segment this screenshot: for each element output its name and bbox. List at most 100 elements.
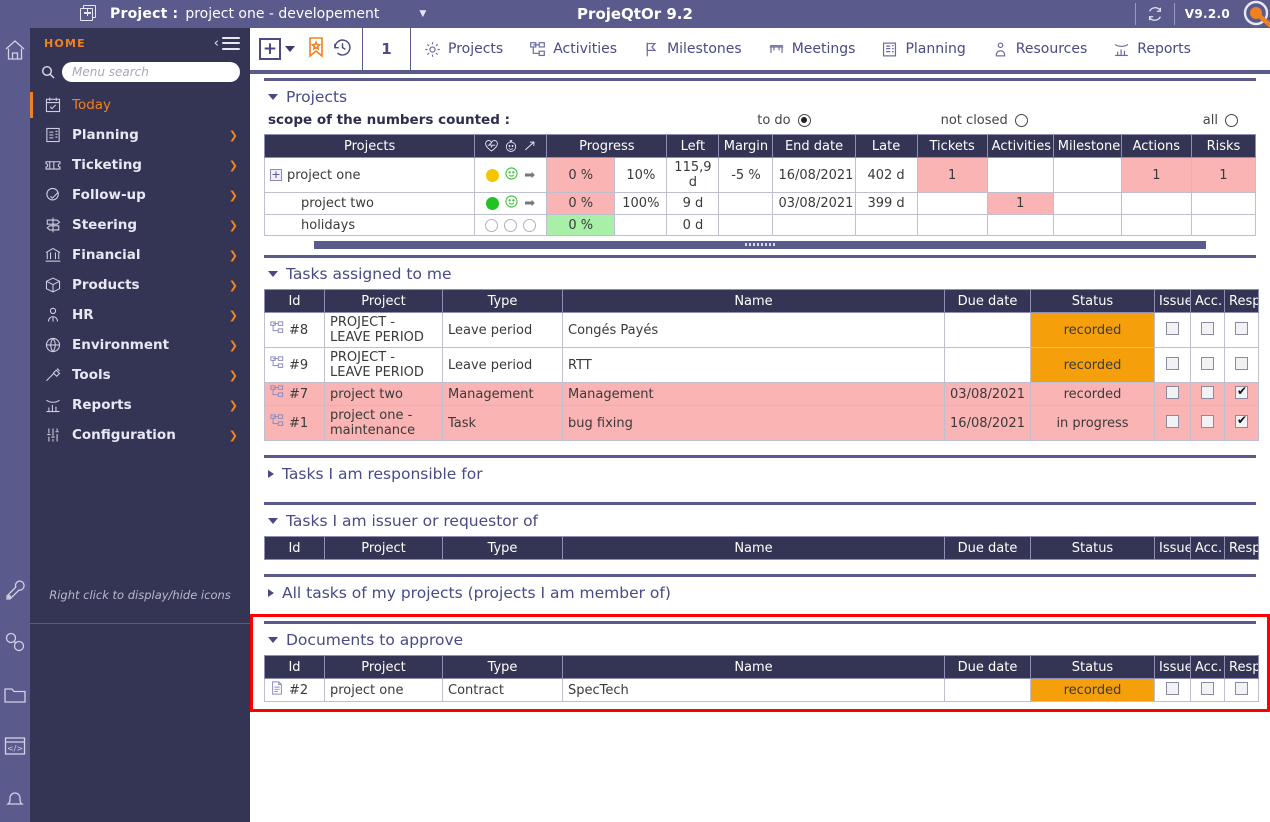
menu-search-input[interactable] (62, 62, 240, 82)
id-cell[interactable]: #8 (265, 313, 325, 348)
table-row[interactable]: project two➡0 %100%9 d03/08/2021399 d1 (265, 193, 1256, 215)
scope-option-not-closed[interactable]: not closed (941, 113, 1028, 128)
collapse-menu-icon[interactable]: ‹ (214, 36, 240, 51)
column-header[interactable]: Acc. (1191, 656, 1225, 679)
column-header[interactable]: Resp. (1225, 656, 1259, 679)
radio-button[interactable] (1225, 114, 1238, 127)
column-header[interactable]: Projects (265, 135, 475, 158)
tab-meetings[interactable]: Meetings (755, 28, 869, 70)
column-header[interactable]: Type (443, 537, 563, 560)
column-header[interactable]: Risks (1191, 135, 1255, 158)
acc-checkbox[interactable] (1201, 682, 1214, 695)
table-row[interactable]: +project one➡0 %10%115,9 d-5 %16/08/2021… (265, 158, 1256, 193)
id-cell[interactable]: #2 (265, 679, 325, 702)
plus-box-icon[interactable]: + (259, 38, 295, 60)
id-cell[interactable]: #1 (265, 406, 325, 441)
link-icon[interactable] (3, 630, 27, 654)
documents-section-title[interactable]: Documents to approve (264, 624, 1256, 655)
sidebar-item-financial[interactable]: Financial❯ (30, 240, 250, 270)
column-header[interactable]: Project (325, 656, 443, 679)
issuer-checkbox[interactable] (1166, 357, 1179, 370)
sidebar-item-hr[interactable]: HR❯ (30, 300, 250, 330)
folder-icon[interactable] (3, 682, 27, 706)
wrench-icon[interactable] (3, 578, 27, 602)
tab-reports[interactable]: Reports (1100, 28, 1204, 70)
tab-milestones[interactable]: Milestones (630, 28, 755, 70)
chevron-down-icon[interactable]: ▼ (419, 9, 426, 19)
tab-counter[interactable]: 1 (363, 28, 411, 70)
column-header[interactable]: Resp. (1225, 537, 1259, 560)
sidebar-item-steering[interactable]: Steering❯ (30, 210, 250, 240)
all-tasks-title[interactable]: All tasks of my projects (projects I am … (264, 577, 1256, 608)
resp-checkbox[interactable] (1235, 415, 1248, 428)
scope-option-to-do[interactable]: to do (757, 113, 810, 128)
sidebar-item-today[interactable]: Today (30, 90, 250, 120)
project-name-cell[interactable]: project two (265, 193, 475, 215)
tasks-responsible-title[interactable]: Tasks I am responsible for (264, 458, 1256, 489)
table-row[interactable]: #7project twoManagementManagement03/08/2… (265, 383, 1259, 406)
project-name-cell[interactable]: holidays (265, 215, 475, 236)
sidebar-item-planning[interactable]: Planning❯ (30, 120, 250, 150)
refresh-icon[interactable] (1146, 5, 1164, 23)
column-header[interactable]: Due date (945, 537, 1031, 560)
column-header[interactable]: Late (855, 135, 917, 158)
column-header[interactable]: Due date (945, 656, 1031, 679)
tab-activities[interactable]: Activities (516, 28, 630, 70)
resp-checkbox[interactable] (1235, 682, 1248, 695)
acc-checkbox[interactable] (1201, 415, 1214, 428)
table-row[interactable]: #9PROJECT - LEAVE PERIODLeave periodRTTr… (265, 348, 1259, 383)
column-header[interactable]: Id (265, 537, 325, 560)
sidebar-item-follow-up[interactable]: Follow-up❯ (30, 180, 250, 210)
column-header[interactable]: Type (443, 290, 563, 313)
sidebar-item-environment[interactable]: Environment❯ (30, 330, 250, 360)
column-header[interactable]: Name (563, 656, 945, 679)
issuer-checkbox[interactable] (1166, 386, 1179, 399)
column-header[interactable]: End date (773, 135, 855, 158)
resp-checkbox[interactable] (1235, 386, 1248, 399)
column-header[interactable]: Name (563, 290, 945, 313)
column-header[interactable]: Issuer (1155, 656, 1191, 679)
column-header[interactable]: Progress (547, 135, 667, 158)
issuer-checkbox[interactable] (1166, 322, 1179, 335)
tasks-assigned-title[interactable]: Tasks assigned to me (264, 258, 1256, 289)
tasks-issuer-title[interactable]: Tasks I am issuer or requestor of (264, 505, 1256, 536)
table-row[interactable]: #8PROJECT - LEAVE PERIODLeave periodCong… (265, 313, 1259, 348)
id-cell[interactable]: #7 (265, 383, 325, 406)
tab-planning[interactable]: Planning (868, 28, 978, 70)
column-header[interactable]: Acc. (1191, 537, 1225, 560)
project-selector-value[interactable]: project one - developement (185, 6, 379, 22)
panel-splitter[interactable] (314, 241, 1206, 249)
table-row[interactable]: #1project one - maintenanceTaskbug fixin… (265, 406, 1259, 441)
acc-checkbox[interactable] (1201, 322, 1214, 335)
sidebar-item-configuration[interactable]: Configuration❯ (30, 420, 250, 450)
projeqtor-logo-icon[interactable] (1230, 0, 1270, 28)
resp-checkbox[interactable] (1235, 322, 1248, 335)
expand-icon[interactable]: + (270, 169, 282, 181)
column-header[interactable]: Status (1031, 290, 1155, 313)
sidebar-item-reports[interactable]: Reports❯ (30, 390, 250, 420)
radio-button[interactable] (798, 114, 811, 127)
chevron-down-icon[interactable] (285, 46, 295, 52)
column-header[interactable]: Actions (1121, 135, 1191, 158)
radio-button[interactable] (1015, 114, 1028, 127)
sidebar-item-tools[interactable]: Tools❯ (30, 360, 250, 390)
issuer-checkbox[interactable] (1166, 682, 1179, 695)
column-header[interactable]: Id (265, 656, 325, 679)
column-header[interactable]: Type (443, 656, 563, 679)
column-header[interactable]: Id (265, 290, 325, 313)
issuer-checkbox[interactable] (1166, 415, 1179, 428)
column-header[interactable]: Project (325, 537, 443, 560)
table-row[interactable]: #2project oneContractSpecTechrecorded (265, 679, 1259, 702)
resp-checkbox[interactable] (1235, 357, 1248, 370)
tab-resources[interactable]: Resources (979, 28, 1101, 70)
column-header[interactable] (475, 135, 547, 158)
project-name-cell[interactable]: +project one (265, 158, 475, 193)
bookmark-star-icon[interactable] (306, 36, 326, 62)
column-header[interactable]: Left (667, 135, 719, 158)
history-clock-icon[interactable] (332, 37, 353, 62)
column-header[interactable]: Due date (945, 290, 1031, 313)
column-header[interactable]: Name (563, 537, 945, 560)
column-header[interactable]: Issuer (1155, 290, 1191, 313)
home-icon[interactable] (3, 38, 27, 62)
bell-icon[interactable] (3, 786, 27, 810)
